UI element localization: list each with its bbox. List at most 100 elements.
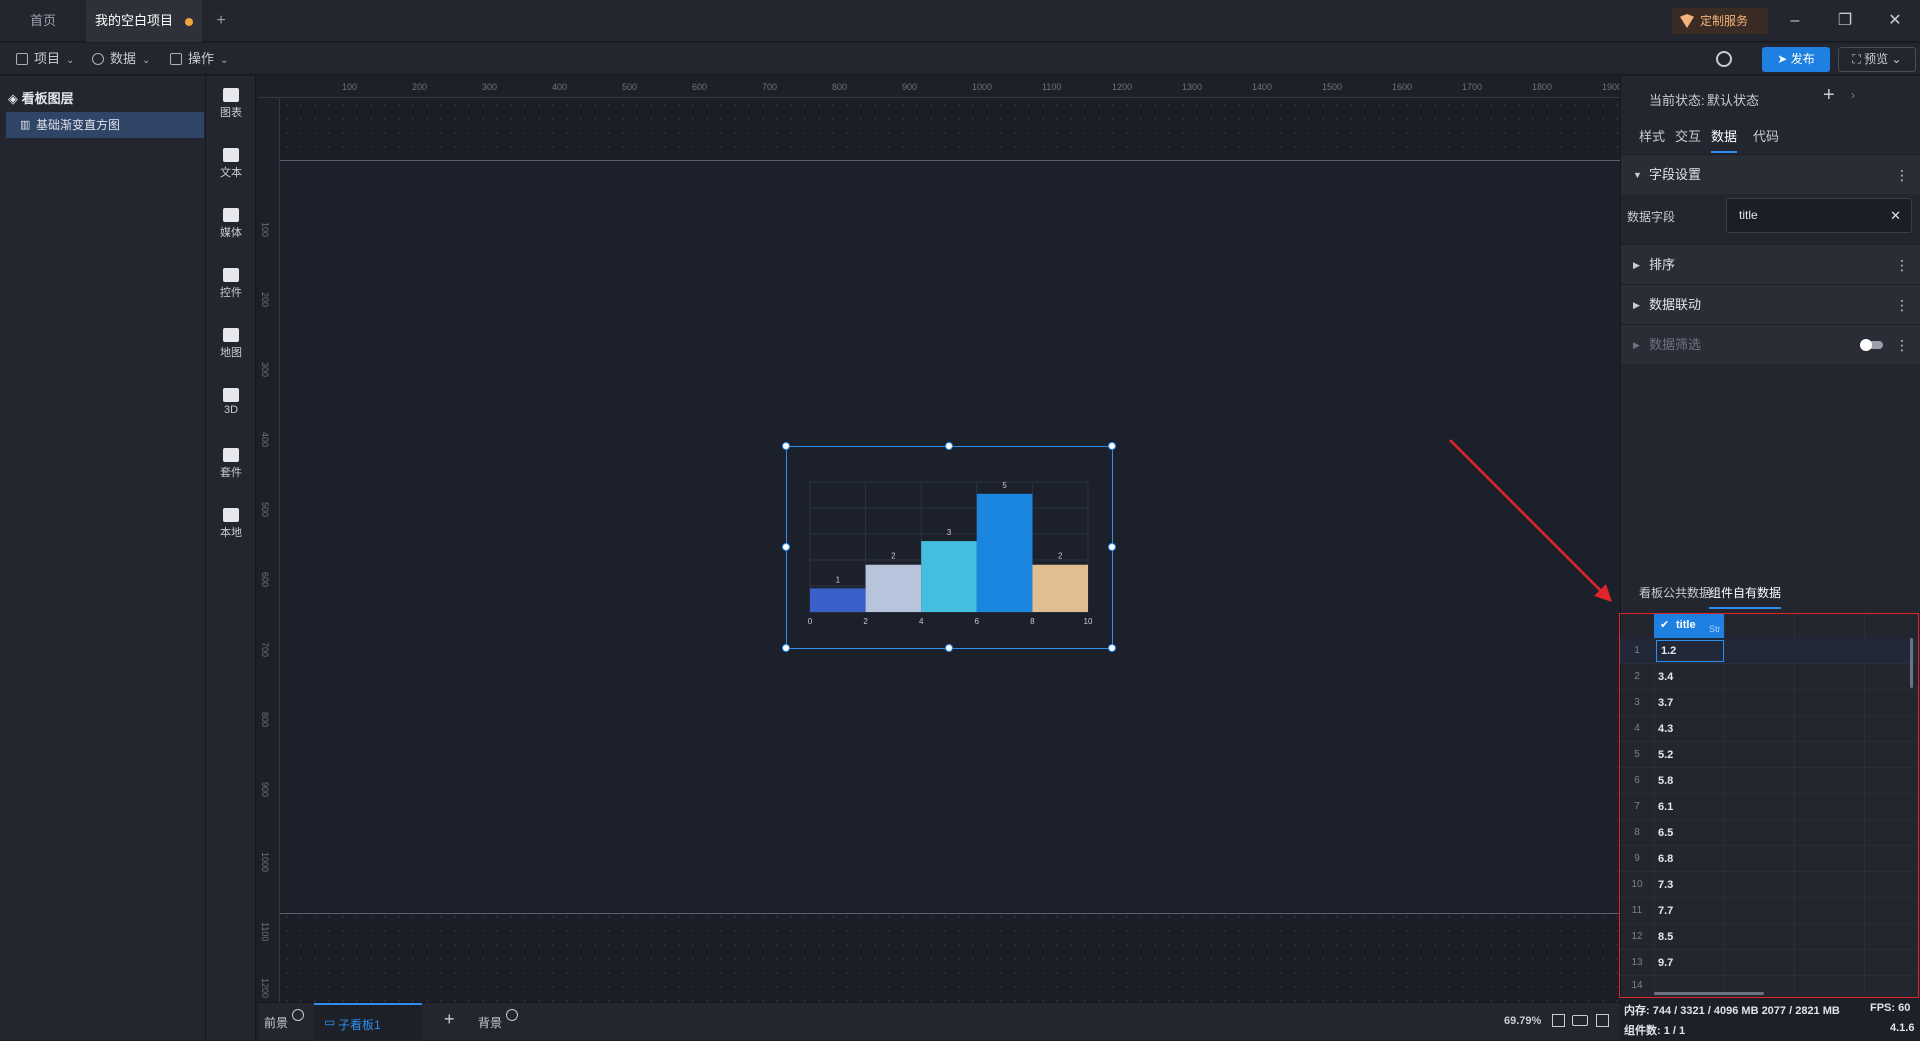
- search-icon[interactable]: [1716, 51, 1732, 67]
- tab-public-data[interactable]: 看板公共数据: [1639, 584, 1711, 601]
- add-circle-icon[interactable]: [292, 1009, 304, 1021]
- resize-handle[interactable]: [782, 543, 790, 551]
- preview-button[interactable]: ⛶ 预览 ⌄: [1838, 47, 1916, 72]
- cell-value[interactable]: 4.3: [1658, 716, 1673, 742]
- tool-map[interactable]: 地图: [206, 328, 256, 360]
- clear-icon[interactable]: ✕: [1890, 199, 1901, 232]
- add-tab-button[interactable]: +: [206, 0, 236, 42]
- resize-handle[interactable]: [1108, 543, 1116, 551]
- section-linkage[interactable]: ▶ 数据联动 ⋮: [1621, 284, 1920, 324]
- cell-value-editing[interactable]: 1.2: [1656, 640, 1724, 662]
- fit-screen-icon[interactable]: [1552, 1014, 1565, 1027]
- chart-bar[interactable]: [976, 493, 1033, 612]
- tab-project[interactable]: 我的空白项目: [86, 0, 202, 42]
- subboard-tab[interactable]: ▭ 子看板1: [314, 1003, 422, 1041]
- add-state-icon[interactable]: +: [1823, 84, 1835, 107]
- tab-data[interactable]: 数据: [1711, 126, 1738, 153]
- horizontal-scrollbar[interactable]: [1654, 992, 1764, 995]
- table-row[interactable]: 5 5.2: [1620, 742, 1916, 768]
- tab-style[interactable]: 样式: [1639, 126, 1665, 145]
- section-filter-title: 数据筛选: [1649, 337, 1702, 352]
- resize-handle[interactable]: [782, 442, 790, 450]
- table-row[interactable]: 7 6.1: [1620, 794, 1916, 820]
- layer-item-histogram[interactable]: ▥ 基础渐变直方图: [6, 112, 204, 138]
- layers-icon: ◈: [8, 91, 22, 106]
- resize-handle[interactable]: [1108, 442, 1116, 450]
- table-row[interactable]: 10 7.3: [1620, 872, 1916, 898]
- cell-value[interactable]: 3.7: [1658, 690, 1673, 716]
- tab-home[interactable]: 首页: [0, 0, 86, 42]
- table-row[interactable]: 12 8.5: [1620, 924, 1916, 950]
- menu-project[interactable]: 项目 ⌄: [12, 43, 74, 75]
- close-button[interactable]: ✕: [1870, 0, 1920, 42]
- cell-value[interactable]: 5.8: [1658, 768, 1673, 794]
- more-icon[interactable]: ⋮: [1895, 285, 1909, 325]
- tool-3d[interactable]: 3D: [206, 388, 256, 416]
- add-subboard-button[interactable]: +: [444, 1009, 455, 1030]
- keyboard-icon[interactable]: [1572, 1015, 1588, 1026]
- table-row[interactable]: 9 6.8: [1620, 846, 1916, 872]
- section-field-settings[interactable]: ▼ 字段设置 ⋮: [1621, 154, 1920, 194]
- column-header-title[interactable]: ✔ title Str: [1654, 614, 1724, 638]
- row-number: 11: [1631, 905, 1643, 916]
- cell-value[interactable]: 7.3: [1658, 872, 1673, 898]
- cell-value[interactable]: 6.1: [1658, 794, 1673, 820]
- table-row[interactable]: 11 7.7: [1620, 898, 1916, 924]
- tab-code[interactable]: 代码: [1753, 126, 1779, 145]
- restore-button[interactable]: ❐: [1820, 0, 1870, 42]
- chart-bar[interactable]: [810, 588, 866, 612]
- cell-value[interactable]: 7.7: [1658, 898, 1673, 924]
- data-field-input[interactable]: title ✕: [1726, 198, 1912, 233]
- vertical-scrollbar[interactable]: [1910, 638, 1913, 688]
- cell-value[interactable]: 6.8: [1658, 846, 1673, 872]
- tab-interaction[interactable]: 交互: [1675, 126, 1701, 145]
- background-tab[interactable]: 背景: [478, 1014, 502, 1031]
- cell-value[interactable]: 3.4: [1658, 664, 1673, 690]
- resize-handle[interactable]: [782, 644, 790, 652]
- cell-value[interactable]: 6.5: [1658, 820, 1673, 846]
- chevron-right-icon[interactable]: ›: [1851, 88, 1855, 102]
- section-filter[interactable]: ▶ 数据筛选 ⋮: [1621, 324, 1920, 364]
- menu-operation[interactable]: 操作 ⌄: [166, 43, 228, 75]
- cell-value[interactable]: 5.2: [1658, 742, 1673, 768]
- resize-handle[interactable]: [945, 442, 953, 450]
- histogram-chart[interactable]: 1 2 3 5 2 0 2 4 6 8 10: [798, 470, 1098, 630]
- tool-control[interactable]: 控件: [206, 268, 256, 300]
- table-row[interactable]: 4 4.3: [1620, 716, 1916, 742]
- tool-local[interactable]: 本地: [206, 508, 256, 540]
- ruler-tick: 800: [260, 712, 270, 728]
- more-icon[interactable]: ⋮: [1895, 245, 1909, 285]
- chart-bar[interactable]: [865, 564, 922, 612]
- custom-service-button[interactable]: 定制服务: [1672, 8, 1768, 34]
- table-row[interactable]: 8 6.5: [1620, 820, 1916, 846]
- menu-data[interactable]: 数据 ⌄: [88, 43, 150, 75]
- row-number: 7: [1634, 801, 1640, 812]
- table-row[interactable]: 1 1.2: [1620, 638, 1916, 664]
- terminal-icon[interactable]: [1596, 1014, 1609, 1027]
- add-circle-icon[interactable]: [506, 1009, 518, 1021]
- data-grid[interactable]: ✔ title Str 1 1.2 2 3.4 3 3.7 4 4.3 5 5.2 6 5.…: [1619, 613, 1919, 998]
- filter-toggle[interactable]: [1860, 339, 1883, 351]
- minimize-button[interactable]: –: [1770, 0, 1820, 42]
- publish-button[interactable]: ➤ 发布: [1762, 47, 1830, 72]
- table-row[interactable]: 13 9.7: [1620, 950, 1916, 976]
- tool-media[interactable]: 媒体: [206, 208, 256, 240]
- cell-value[interactable]: 8.5: [1658, 924, 1673, 950]
- table-row[interactable]: 6 5.8: [1620, 768, 1916, 794]
- chart-bar[interactable]: [1032, 564, 1088, 612]
- tab-component-data[interactable]: 组件自有数据: [1709, 584, 1782, 609]
- resize-handle[interactable]: [1108, 644, 1116, 652]
- tool-text[interactable]: 文本: [206, 148, 256, 180]
- more-icon[interactable]: ⋮: [1895, 155, 1909, 195]
- section-sort[interactable]: ▶ 排序 ⋮: [1621, 244, 1920, 284]
- foreground-tab[interactable]: 前景: [264, 1014, 288, 1031]
- tool-kit[interactable]: 套件: [206, 448, 256, 480]
- tool-chart[interactable]: 图表: [206, 88, 256, 120]
- resize-handle[interactable]: [945, 644, 953, 652]
- cell-value[interactable]: 9.7: [1658, 950, 1673, 976]
- table-row[interactable]: 2 3.4: [1620, 664, 1916, 690]
- chart-bar[interactable]: [921, 541, 977, 612]
- more-icon[interactable]: ⋮: [1895, 325, 1909, 365]
- state-value[interactable]: 默认状态: [1707, 90, 1759, 109]
- table-row[interactable]: 3 3.7: [1620, 690, 1916, 716]
